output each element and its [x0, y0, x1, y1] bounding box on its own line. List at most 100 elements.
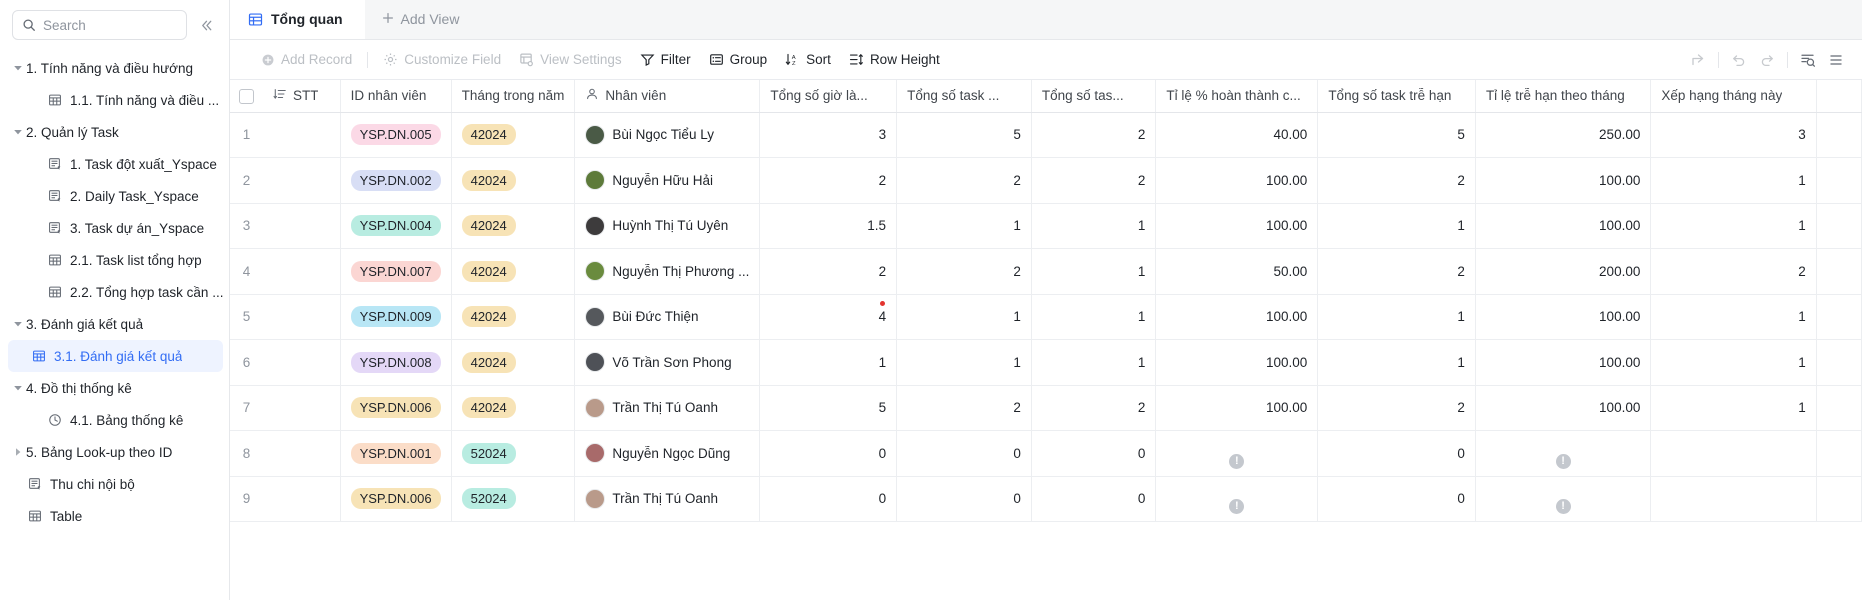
collapse-sidebar-button[interactable]: [193, 12, 219, 38]
cell-late-rate[interactable]: 100.00: [1475, 339, 1652, 386]
cell-month[interactable]: 42024: [451, 248, 576, 295]
column-header-rank[interactable]: Xếp hạng tháng này: [1650, 80, 1817, 113]
cell-total-hours[interactable]: 0: [759, 430, 898, 477]
cell-late-tasks[interactable]: 0: [1317, 430, 1476, 477]
cell-employee[interactable]: Bùi Đức Thiện: [574, 294, 761, 340]
cell-month[interactable]: 42024: [451, 385, 576, 431]
cell-month[interactable]: 42024: [451, 203, 576, 249]
column-header-pct[interactable]: Tỉ lệ % hoàn thành c...: [1155, 80, 1319, 113]
cell-late-rate[interactable]: 200.00: [1475, 248, 1652, 295]
add-view-button[interactable]: Add View: [365, 0, 476, 39]
cell-rank[interactable]: [1650, 430, 1817, 477]
cell-total-hours[interactable]: 5: [759, 385, 898, 431]
column-header-stt[interactable]: STT: [262, 80, 341, 113]
cell-month[interactable]: 52024: [451, 476, 576, 522]
cell-total-tasks[interactable]: 2: [896, 385, 1032, 431]
cell-total-tasks[interactable]: 2: [896, 248, 1032, 295]
cell-total-tasks[interactable]: 1: [896, 203, 1032, 249]
table-row[interactable]: 3 YSP.DN.004 42024 Huỳnh Thị Tú Uyên 1.5 1 1 10…: [230, 203, 1862, 249]
sidebar-item-1-t-nh-n-ng-v-i-u-h-ng[interactable]: 1. Tính năng và điều hướng: [0, 52, 229, 84]
share-icon[interactable]: [1684, 46, 1712, 74]
sidebar-item-3-task-d-n-yspace[interactable]: 3. Task dự án_Yspace: [0, 212, 229, 244]
cell-employee[interactable]: Nguyễn Thị Phương ...: [574, 248, 761, 295]
cell-employee[interactable]: Huỳnh Thị Tú Uyên: [574, 203, 761, 249]
cell-employee-id[interactable]: YSP.DN.006: [340, 476, 452, 522]
cell-total-hours[interactable]: 3: [759, 112, 898, 158]
cell-total-hours[interactable]: 1: [759, 339, 898, 386]
cell-employee[interactable]: Trần Thị Tú Oanh: [574, 476, 761, 522]
column-header-late[interactable]: Tổng số task trễ hạn: [1317, 80, 1476, 113]
cell-total-tasks-done[interactable]: 1: [1031, 248, 1157, 295]
cell-month[interactable]: 42024: [451, 339, 576, 386]
chevron-down-icon[interactable]: [10, 63, 26, 73]
customize-field-button[interactable]: Customize Field: [374, 46, 510, 74]
cell-completion-rate[interactable]: 50.00: [1155, 248, 1319, 295]
group-button[interactable]: Group: [700, 46, 777, 74]
sidebar-item-2-1-task-list-t-ng-h-p[interactable]: 2.1. Task list tổng hợp: [0, 244, 229, 276]
chevron-down-icon[interactable]: [10, 383, 26, 393]
cell-total-tasks-done[interactable]: 0: [1031, 430, 1157, 477]
table-row[interactable]: 7 YSP.DN.006 42024 Trần Thị Tú Oanh 5 2 2 100.0…: [230, 385, 1862, 431]
column-header-tasks[interactable]: Tổng số task ...: [896, 80, 1032, 113]
cell-month[interactable]: 42024: [451, 294, 576, 340]
table-row[interactable]: 6 YSP.DN.008 42024 Võ Trần Sơn Phong 1 1 1 100.…: [230, 339, 1862, 386]
cell-stt[interactable]: [262, 339, 341, 386]
cell-total-tasks[interactable]: 1: [896, 339, 1032, 386]
cell-rank[interactable]: 2: [1650, 248, 1817, 295]
cell-employee[interactable]: Nguyễn Hữu Hải: [574, 157, 761, 204]
cell-stt[interactable]: [262, 430, 341, 477]
cell-total-tasks-done[interactable]: 1: [1031, 203, 1157, 249]
cell-completion-rate[interactable]: 100.00: [1155, 339, 1319, 386]
cell-total-tasks[interactable]: 2: [896, 157, 1032, 204]
sidebar-item-4-th-th-ng-k[interactable]: 4. Đồ thị thống kê: [0, 372, 229, 404]
cell-stt[interactable]: [262, 157, 341, 204]
sort-button[interactable]: A Z Sort: [776, 46, 840, 74]
cell-rank[interactable]: 1: [1650, 294, 1817, 340]
cell-late-rate[interactable]: !: [1475, 476, 1652, 522]
cell-completion-rate[interactable]: 100.00: [1155, 157, 1319, 204]
cell-late-tasks[interactable]: 2: [1317, 248, 1476, 295]
cell-rank[interactable]: 1: [1650, 203, 1817, 249]
sidebar-item-2-qu-n-l-task[interactable]: 2. Quản lý Task: [0, 116, 229, 148]
cell-month[interactable]: 42024: [451, 112, 576, 158]
table-row[interactable]: 1 YSP.DN.005 42024 Bùi Ngọc Tiểu Ly 3 5 2 40.00…: [230, 112, 1862, 158]
cell-completion-rate[interactable]: !: [1155, 430, 1319, 477]
cell-late-tasks[interactable]: 2: [1317, 385, 1476, 431]
table-row[interactable]: 4 YSP.DN.007 42024 Nguyễn Thị Phương ... 2 2 1…: [230, 248, 1862, 295]
chevron-right-icon[interactable]: [10, 447, 26, 457]
cell-late-rate[interactable]: 100.00: [1475, 294, 1652, 340]
cell-employee-id[interactable]: YSP.DN.001: [340, 430, 452, 477]
cell-late-rate[interactable]: 100.00: [1475, 203, 1652, 249]
cell-total-hours[interactable]: 2: [759, 157, 898, 204]
column-header-employee[interactable]: Nhân viên: [574, 80, 761, 113]
cell-stt[interactable]: [262, 248, 341, 295]
search-input[interactable]: Search: [12, 10, 187, 40]
table-row[interactable]: 5 YSP.DN.009 42024 Bùi Đức Thiện 4 1 1 100.00 1 1…: [230, 294, 1862, 340]
column-header-late_rate[interactable]: Tỉ lệ trễ hạn theo tháng: [1475, 80, 1652, 113]
table-row[interactable]: 2 YSP.DN.002 42024 Nguyễn Hữu Hải 2 2 2 100.00 2…: [230, 157, 1862, 204]
cell-completion-rate[interactable]: 100.00: [1155, 385, 1319, 431]
chevron-down-icon[interactable]: [10, 127, 26, 137]
sidebar-item-1-task-t-xu-t-yspace[interactable]: 1. Task đột xuất_Yspace: [0, 148, 229, 180]
cell-late-tasks[interactable]: 1: [1317, 339, 1476, 386]
filter-button[interactable]: Filter: [631, 46, 700, 74]
cell-employee[interactable]: Võ Trần Sơn Phong: [574, 339, 761, 386]
cell-employee-id[interactable]: YSP.DN.005: [340, 112, 452, 158]
cell-total-hours[interactable]: 0: [759, 476, 898, 522]
table-row[interactable]: 8 YSP.DN.001 52024 Nguyễn Ngọc Dũng 0 0 0! 0!: [230, 430, 1862, 477]
sidebar-item-2-daily-task-yspace[interactable]: 2. Daily Task_Yspace: [0, 180, 229, 212]
cell-employee-id[interactable]: YSP.DN.002: [340, 157, 452, 204]
cell-employee[interactable]: Bùi Ngọc Tiểu Ly: [574, 112, 761, 158]
cell-late-tasks[interactable]: 1: [1317, 294, 1476, 340]
cell-stt[interactable]: [262, 203, 341, 249]
cell-total-tasks[interactable]: 0: [896, 430, 1032, 477]
sidebar-item-3-1-nh-gi-k-t-qu[interactable]: 3.1. Đánh giá kết quả: [8, 340, 223, 372]
select-all-header[interactable]: [230, 80, 263, 113]
cell-late-tasks[interactable]: 5: [1317, 112, 1476, 158]
cell-late-tasks[interactable]: 2: [1317, 157, 1476, 204]
sidebar-item-table[interactable]: Table: [0, 500, 229, 532]
cell-stt[interactable]: [262, 476, 341, 522]
tab-tong-quan[interactable]: Tổng quan: [230, 0, 365, 39]
cell-stt[interactable]: [262, 112, 341, 158]
cell-completion-rate[interactable]: 100.00: [1155, 294, 1319, 340]
